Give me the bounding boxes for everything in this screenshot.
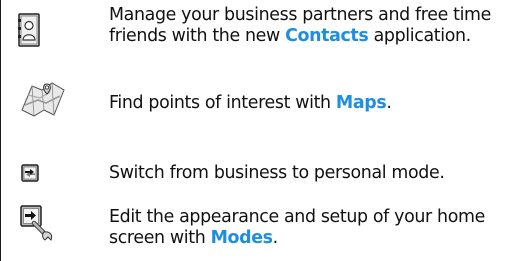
contacts-icon	[18, 13, 40, 51]
tip-text: Edit the appearance and setup of your ho…	[109, 207, 521, 249]
modes-settings-icon	[20, 205, 54, 247]
tip-text: Switch from business to personal mode.	[109, 163, 521, 184]
maps-app-link[interactable]: Maps	[336, 93, 387, 113]
modes-app-link[interactable]: Modes	[211, 228, 273, 248]
tip-item-modes: Edit the appearance and setup of your ho…	[0, 200, 523, 261]
switch-mode-icon	[21, 164, 39, 186]
tip-item-switch-mode: Switch from business to personal mode.	[0, 135, 523, 185]
tip-text-line: Find points of interest with Maps.	[109, 93, 521, 114]
tip-text-segment: friends with the new	[109, 26, 286, 46]
tip-text-line: Edit the appearance and setup of your ho…	[109, 207, 485, 227]
contacts-app-link[interactable]: Contacts	[285, 26, 369, 46]
tip-text-line: Switch from business to personal mode.	[109, 163, 445, 183]
tip-text-line: screen with Modes.	[109, 228, 521, 249]
tip-text-line: Manage your business partners and free t…	[109, 5, 491, 25]
tip-text-segment: .	[272, 228, 279, 248]
tip-text-line: friends with the new Contacts applicatio…	[109, 26, 521, 47]
tip-item-contacts: Manage your business partners and free t…	[0, 0, 523, 60]
tip-item-maps: Find points of interest with Maps.	[0, 75, 523, 125]
maps-icon	[20, 80, 66, 122]
tip-text-segment: Find points of interest with	[109, 93, 336, 113]
tip-text-segment: screen with	[109, 228, 211, 248]
tip-text-segment: .	[386, 93, 392, 113]
tip-text: Find points of interest with Maps.	[109, 93, 521, 114]
tip-text-segment: application.	[368, 26, 472, 46]
tip-text: Manage your business partners and free t…	[109, 5, 521, 47]
